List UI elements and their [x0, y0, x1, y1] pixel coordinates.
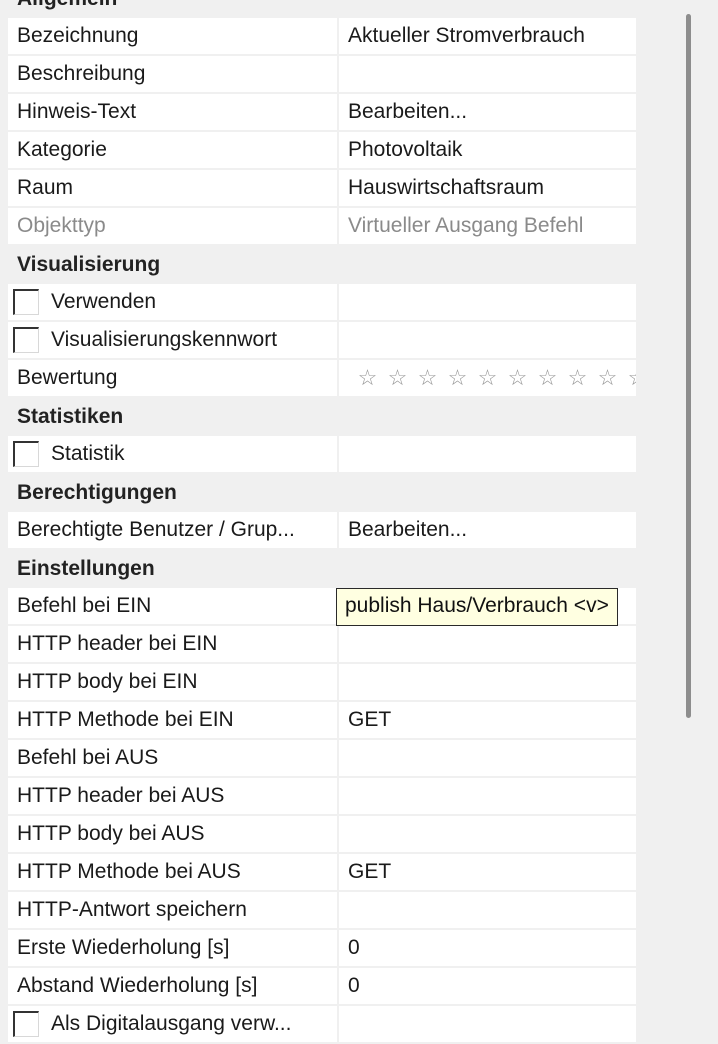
prop-label: HTTP body bei EIN: [8, 664, 339, 700]
prop-label: Raum: [8, 170, 339, 206]
checkbox[interactable]: [13, 441, 39, 467]
prop-label: Befehl bei EIN: [8, 588, 339, 624]
prop-row-hinweis-text[interactable]: Hinweis-Text Bearbeiten...: [8, 94, 636, 132]
prop-label: HTTP Methode bei EIN: [8, 702, 339, 738]
prop-row-beschreibung[interactable]: Beschreibung: [8, 56, 636, 94]
prop-row-http-methode-aus[interactable]: HTTP Methode bei AUS GET: [8, 854, 636, 892]
prop-label: Abstand Wiederholung [s]: [8, 968, 339, 1004]
prop-row-http-body-aus[interactable]: HTTP body bei AUS: [8, 816, 636, 854]
category-einstellungen[interactable]: Einstellungen: [8, 550, 636, 588]
prop-value[interactable]: Bearbeiten...: [339, 512, 636, 548]
star-icon[interactable]: ☆: [384, 360, 410, 396]
star-icon[interactable]: ☆: [594, 360, 620, 396]
prop-value[interactable]: 0: [339, 930, 636, 966]
prop-label: HTTP body bei AUS: [8, 816, 339, 852]
prop-value[interactable]: [339, 778, 636, 814]
star-icon[interactable]: ☆: [414, 360, 440, 396]
prop-label-cell: Statistik: [8, 436, 339, 472]
prop-value[interactable]: 0: [339, 968, 636, 1004]
prop-label: Hinweis-Text: [8, 94, 339, 130]
prop-value[interactable]: [339, 1006, 636, 1042]
prop-label-cell: Verwenden: [8, 284, 339, 320]
prop-label: HTTP-Antwort speichern: [8, 892, 339, 928]
rating-cell[interactable]: ☆ ☆ ☆ ☆ ☆ ☆ ☆ ☆ ☆ ☆: [339, 360, 636, 396]
prop-value[interactable]: [339, 436, 636, 472]
prop-row-als-digitalausgang[interactable]: Als Digitalausgang verw...: [8, 1006, 636, 1044]
prop-label: Berechtigte Benutzer / Grup...: [8, 512, 339, 548]
prop-value[interactable]: Bearbeiten...: [339, 94, 636, 130]
prop-label: Bezeichnung: [8, 18, 339, 54]
prop-label: Als Digitalausgang verw...: [51, 1012, 292, 1035]
prop-label: Visualisierungskennwort: [51, 328, 278, 351]
prop-label: Beschreibung: [8, 56, 339, 92]
star-icon[interactable]: ☆: [474, 360, 500, 396]
prop-label: Objekttyp: [8, 208, 339, 244]
star-icon[interactable]: ☆: [534, 360, 560, 396]
prop-row-http-header-aus[interactable]: HTTP header bei AUS: [8, 778, 636, 816]
prop-label-cell: Als Digitalausgang verw...: [8, 1006, 339, 1042]
prop-row-befehl-aus[interactable]: Befehl bei AUS: [8, 740, 636, 778]
prop-label: HTTP Methode bei AUS: [8, 854, 339, 890]
prop-row-abstand-wiederholung[interactable]: Abstand Wiederholung [s] 0: [8, 968, 636, 1006]
prop-row-http-antwort-speichern[interactable]: HTTP-Antwort speichern: [8, 892, 636, 930]
prop-label-cell: Visualisierungskennwort: [8, 322, 339, 358]
property-grid: Allgemein Bezeichnung Aktueller Stromver…: [8, 0, 636, 1044]
prop-label: HTTP header bei AUS: [8, 778, 339, 814]
value-tooltip: publish Haus/Verbrauch <v>: [336, 588, 618, 626]
prop-row-objekttyp: Objekttyp Virtueller Ausgang Befehl: [8, 208, 636, 246]
prop-label: Verwenden: [51, 290, 157, 313]
prop-value[interactable]: [339, 56, 636, 92]
checkbox[interactable]: [13, 327, 39, 353]
star-icon[interactable]: ☆: [564, 360, 590, 396]
star-icon[interactable]: ☆: [354, 360, 380, 396]
prop-value[interactable]: [339, 892, 636, 928]
prop-value[interactable]: [339, 664, 636, 700]
prop-value[interactable]: [339, 322, 636, 358]
prop-row-http-header-ein[interactable]: HTTP header bei EIN: [8, 626, 636, 664]
prop-value[interactable]: Photovoltaik: [339, 132, 636, 168]
prop-row-kategorie[interactable]: Kategorie Photovoltaik: [8, 132, 636, 170]
prop-row-visualisierungskennwort[interactable]: Visualisierungskennwort: [8, 322, 636, 360]
prop-value[interactable]: Aktueller Stromverbrauch: [339, 18, 636, 54]
prop-value[interactable]: [339, 816, 636, 852]
prop-row-statistik[interactable]: Statistik: [8, 436, 636, 474]
prop-value[interactable]: GET: [339, 854, 636, 890]
scrollbar-thumb[interactable]: [686, 14, 691, 718]
prop-label: Statistik: [51, 442, 125, 465]
star-icon[interactable]: ☆: [624, 360, 636, 396]
prop-row-http-methode-ein[interactable]: HTTP Methode bei EIN GET: [8, 702, 636, 740]
prop-label: Bewertung: [8, 360, 339, 396]
category-statistiken[interactable]: Statistiken: [8, 398, 636, 436]
prop-row-erste-wiederholung[interactable]: Erste Wiederholung [s] 0: [8, 930, 636, 968]
prop-row-bezeichnung[interactable]: Bezeichnung Aktueller Stromverbrauch: [8, 18, 636, 56]
prop-value[interactable]: [339, 284, 636, 320]
prop-value[interactable]: Hauswirtschaftsraum: [339, 170, 636, 206]
prop-row-raum[interactable]: Raum Hauswirtschaftsraum: [8, 170, 636, 208]
category-visualisierung[interactable]: Visualisierung: [8, 246, 636, 284]
prop-value[interactable]: [339, 626, 636, 662]
checkbox[interactable]: [13, 1011, 39, 1037]
category-berechtigungen[interactable]: Berechtigungen: [8, 474, 636, 512]
prop-value[interactable]: GET: [339, 702, 636, 738]
category-allgemein[interactable]: Allgemein: [8, 0, 636, 18]
prop-value[interactable]: [339, 740, 636, 776]
star-rating[interactable]: ☆ ☆ ☆ ☆ ☆ ☆ ☆ ☆ ☆ ☆: [354, 360, 636, 396]
prop-label: HTTP header bei EIN: [8, 626, 339, 662]
prop-label: Erste Wiederholung [s]: [8, 930, 339, 966]
prop-row-http-body-ein[interactable]: HTTP body bei EIN: [8, 664, 636, 702]
star-icon[interactable]: ☆: [444, 360, 470, 396]
prop-label: Kategorie: [8, 132, 339, 168]
prop-row-verwenden[interactable]: Verwenden: [8, 284, 636, 322]
checkbox[interactable]: [13, 289, 39, 315]
scrollbar-track[interactable]: [674, 0, 718, 1042]
prop-label: Befehl bei AUS: [8, 740, 339, 776]
prop-row-berechtigte-benutzer[interactable]: Berechtigte Benutzer / Grup... Bearbeite…: [8, 512, 636, 550]
prop-row-bewertung[interactable]: Bewertung ☆ ☆ ☆ ☆ ☆ ☆ ☆ ☆ ☆ ☆: [8, 360, 636, 398]
prop-value: Virtueller Ausgang Befehl: [348, 214, 584, 237]
star-icon[interactable]: ☆: [504, 360, 530, 396]
